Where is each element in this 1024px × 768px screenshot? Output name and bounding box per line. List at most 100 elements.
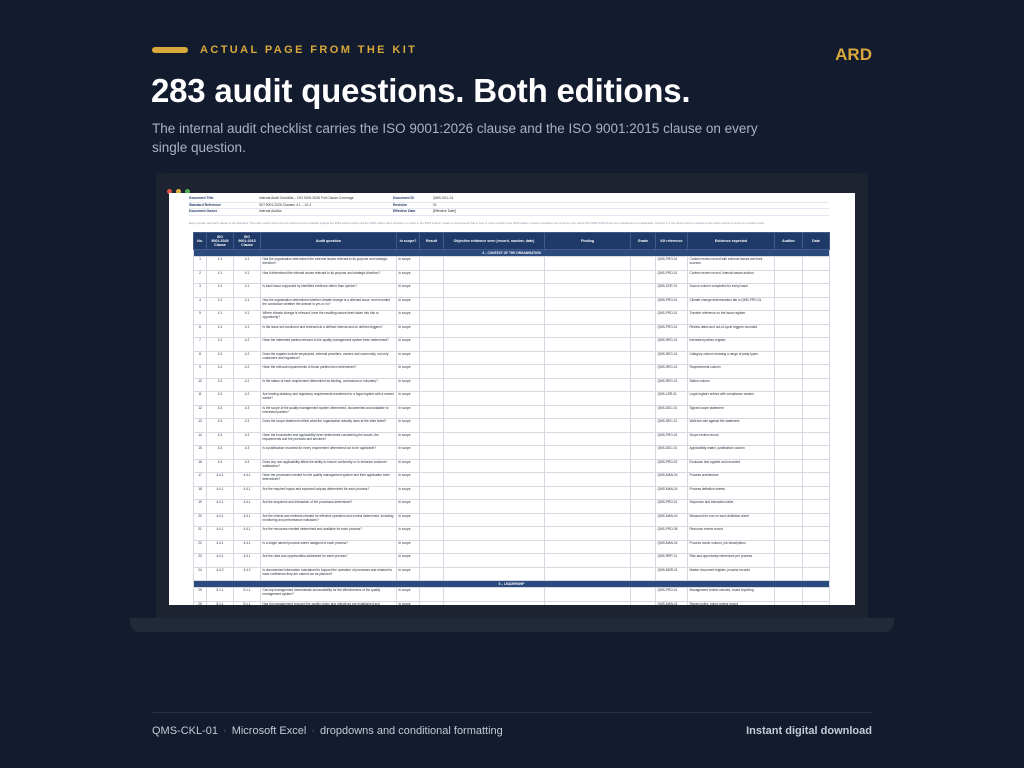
- cell-finding[interactable]: [544, 310, 631, 325]
- cell-objective-evidence[interactable]: [443, 526, 545, 541]
- cell-finding[interactable]: [544, 445, 631, 460]
- cell-grade[interactable]: [630, 526, 656, 541]
- cell-objective-evidence[interactable]: [443, 445, 545, 460]
- cell-auditor[interactable]: [774, 418, 803, 433]
- cell-result[interactable]: [419, 296, 444, 311]
- cell-objective-evidence[interactable]: [443, 364, 545, 379]
- cell-auditor[interactable]: [774, 377, 803, 392]
- cell-result[interactable]: [419, 458, 444, 473]
- table-row[interactable]: 17 4.4.1 4.4.1 Have the processes needed fo…: [193, 472, 830, 487]
- cell-date[interactable]: [802, 539, 830, 554]
- cell-result[interactable]: [419, 472, 444, 487]
- cell-auditor[interactable]: [774, 323, 803, 338]
- cell-objective-evidence[interactable]: [443, 566, 545, 581]
- cell-in-scope[interactable]: In scope: [396, 283, 420, 298]
- cell-finding[interactable]: [544, 283, 631, 298]
- cell-auditor[interactable]: [774, 526, 803, 541]
- cell-auditor[interactable]: [774, 256, 803, 271]
- cell-auditor[interactable]: [774, 587, 803, 602]
- cell-result[interactable]: [419, 485, 444, 500]
- cell-date[interactable]: [802, 283, 830, 298]
- cell-result[interactable]: [419, 310, 444, 325]
- cell-objective-evidence[interactable]: [443, 404, 545, 419]
- cell-in-scope[interactable]: In scope: [396, 296, 420, 311]
- cell-result[interactable]: [419, 499, 444, 514]
- cell-date[interactable]: [802, 431, 830, 446]
- cell-objective-evidence[interactable]: [443, 600, 545, 605]
- cell-result[interactable]: [419, 364, 444, 379]
- cell-result[interactable]: [419, 283, 444, 298]
- table-row[interactable]: 8 4.2 4.2 Does the register include employe…: [193, 350, 830, 365]
- cell-auditor[interactable]: [774, 310, 803, 325]
- cell-auditor[interactable]: [774, 283, 803, 298]
- cell-finding[interactable]: [544, 323, 631, 338]
- table-row[interactable]: 4 4.1 4.1 Has the organisation determined w…: [193, 296, 830, 311]
- cell-result[interactable]: [419, 256, 444, 271]
- cell-date[interactable]: [802, 377, 830, 392]
- cell-finding[interactable]: [544, 350, 631, 365]
- cell-result[interactable]: [419, 337, 444, 352]
- cell-date[interactable]: [802, 391, 830, 406]
- cell-in-scope[interactable]: In scope: [396, 485, 420, 500]
- cell-objective-evidence[interactable]: [443, 310, 545, 325]
- cell-objective-evidence[interactable]: [443, 256, 545, 271]
- cell-date[interactable]: [802, 600, 830, 605]
- cell-auditor[interactable]: [774, 458, 803, 473]
- table-row[interactable]: 9 4.2 4.2 Have the relevant requirements of…: [193, 364, 830, 379]
- cell-in-scope[interactable]: In scope: [396, 512, 420, 527]
- cell-finding[interactable]: [544, 526, 631, 541]
- cell-grade[interactable]: [630, 323, 656, 338]
- cell-finding[interactable]: [544, 404, 631, 419]
- cell-in-scope[interactable]: In scope: [396, 566, 420, 581]
- cell-grade[interactable]: [630, 337, 656, 352]
- cell-grade[interactable]: [630, 256, 656, 271]
- cell-objective-evidence[interactable]: [443, 539, 545, 554]
- cell-finding[interactable]: [544, 418, 631, 433]
- cell-grade[interactable]: [630, 566, 656, 581]
- cell-grade[interactable]: [630, 418, 656, 433]
- cell-result[interactable]: [419, 404, 444, 419]
- cell-grade[interactable]: [630, 269, 656, 284]
- cell-date[interactable]: [802, 526, 830, 541]
- cell-grade[interactable]: [630, 499, 656, 514]
- table-row[interactable]: 14 4.3 4.3 Have the boundaries and applicab…: [193, 431, 830, 446]
- cell-grade[interactable]: [630, 539, 656, 554]
- table-row[interactable]: 1 4.1 4.1 Has the organisation determined t…: [193, 256, 830, 271]
- audit-checklist-table[interactable]: No. ISO 9001:2026 Clause ISO 9001:2015 Cla…: [193, 232, 830, 605]
- table-row[interactable]: 5 4.1 4.1 Where climate change is relevant,…: [193, 310, 830, 325]
- cell-date[interactable]: [802, 256, 830, 271]
- cell-in-scope[interactable]: In scope: [396, 364, 420, 379]
- cell-date[interactable]: [802, 566, 830, 581]
- cell-in-scope[interactable]: In scope: [396, 553, 420, 568]
- cell-in-scope[interactable]: In scope: [396, 418, 420, 433]
- cell-finding[interactable]: [544, 337, 631, 352]
- table-row[interactable]: 18 4.4.1 4.4.1 Are the required inputs and …: [193, 485, 830, 500]
- cell-objective-evidence[interactable]: [443, 587, 545, 602]
- table-row[interactable]: 6 4.1 4.1 Is the issue set monitored and re…: [193, 323, 830, 338]
- cell-auditor[interactable]: [774, 499, 803, 514]
- cell-objective-evidence[interactable]: [443, 553, 545, 568]
- cell-auditor[interactable]: [774, 269, 803, 284]
- cell-result[interactable]: [419, 418, 444, 433]
- cell-grade[interactable]: [630, 296, 656, 311]
- cell-objective-evidence[interactable]: [443, 323, 545, 338]
- cell-finding[interactable]: [544, 587, 631, 602]
- cell-in-scope[interactable]: In scope: [396, 526, 420, 541]
- cell-date[interactable]: [802, 499, 830, 514]
- cell-objective-evidence[interactable]: [443, 296, 545, 311]
- cell-auditor[interactable]: [774, 350, 803, 365]
- cell-date[interactable]: [802, 458, 830, 473]
- table-row[interactable]: 13 4.3 4.3 Does the scope statement reflect…: [193, 418, 830, 433]
- cell-in-scope[interactable]: In scope: [396, 587, 420, 602]
- cell-in-scope[interactable]: In scope: [396, 377, 420, 392]
- cell-auditor[interactable]: [774, 553, 803, 568]
- cell-grade[interactable]: [630, 587, 656, 602]
- cell-auditor[interactable]: [774, 431, 803, 446]
- cell-result[interactable]: [419, 566, 444, 581]
- cell-result[interactable]: [419, 350, 444, 365]
- cell-date[interactable]: [802, 472, 830, 487]
- cell-result[interactable]: [419, 269, 444, 284]
- table-row[interactable]: 24 4.4.2 4.4.2 Is documented information ma…: [193, 566, 830, 581]
- cell-date[interactable]: [802, 445, 830, 460]
- cell-date[interactable]: [802, 323, 830, 338]
